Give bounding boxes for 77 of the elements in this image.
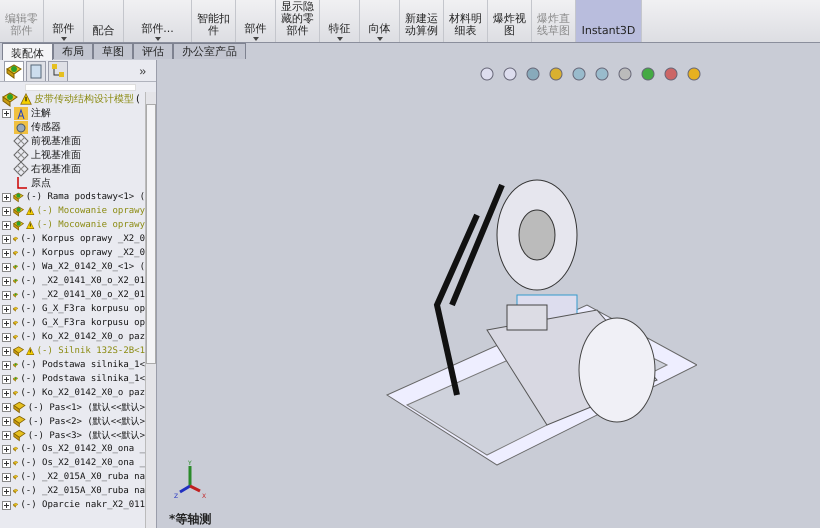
clipboard-icon: [28, 63, 44, 79]
tree-item[interactable]: (-) Korpus oprawy _X2_0: [20, 234, 145, 244]
warning-icon: [20, 93, 32, 105]
expand-icon[interactable]: [2, 206, 11, 216]
tree-item[interactable]: 传感器: [31, 120, 61, 134]
view-name: *等轴测: [169, 511, 212, 528]
feature-tree-tab[interactable]: [4, 60, 24, 80]
tree-item[interactable]: (-) _X2_0141_X0_o_X2_01: [20, 276, 145, 286]
tree-item[interactable]: (-) _X2_015A_X0_ruba na: [20, 486, 145, 496]
expand-icon[interactable]: [2, 472, 11, 482]
tree-item[interactable]: (-) Os_X2_0142_X0_ona _: [20, 458, 145, 468]
tree-item[interactable]: (-) Oparcie nakr_X2_011: [20, 500, 145, 510]
tree-item[interactable]: (-) Rama podstawy<1> (: [26, 192, 145, 202]
tree-item[interactable]: 原点: [31, 176, 51, 190]
plane-icon: [13, 161, 29, 177]
tree-item[interactable]: (-) Pas<3> (默认<<默认>: [28, 428, 145, 442]
expand-icon[interactable]: [2, 192, 11, 202]
configuration-tab[interactable]: [48, 60, 68, 80]
tree-item[interactable]: 注解: [31, 106, 51, 120]
expand-icon[interactable]: [2, 220, 11, 230]
expand-icon[interactable]: [2, 234, 11, 244]
tree-item[interactable]: (-) Ko_X2_0142_X0_o paz: [20, 388, 145, 398]
tree-item[interactable]: (-) _X2_015A_X0_ruba na: [20, 472, 145, 482]
hierarchy-icon: [50, 63, 66, 79]
expand-icon[interactable]: [2, 248, 11, 258]
plane-icon: [13, 133, 29, 149]
tree-item[interactable]: (-) Podstawa silnika_1<: [20, 374, 145, 384]
plane-icon: [13, 147, 29, 163]
tree-item[interactable]: 右视基准面: [31, 162, 81, 176]
tree-item[interactable]: (-) Ko_X2_0142_X0_o paz: [20, 332, 145, 342]
tree-item[interactable]: (-) G_X_F3ra korpusu op: [20, 318, 145, 328]
expand-icon[interactable]: [2, 290, 11, 300]
tree-item[interactable]: (-) Podstawa silnika_1<: [20, 360, 145, 370]
expand-icon[interactable]: [2, 402, 11, 412]
filter-field[interactable]: [25, 84, 136, 91]
expand-icon[interactable]: [2, 486, 11, 496]
expand-icon[interactable]: [2, 500, 11, 510]
tree-item[interactable]: (-) Os_X2_0142_X0_ona _: [20, 444, 145, 454]
warning-icon: [26, 219, 35, 231]
expand-icon[interactable]: [2, 444, 11, 454]
command-tab[interactable]: 办公室产品: [173, 43, 246, 59]
scrollbar[interactable]: [145, 92, 156, 528]
expand-icon[interactable]: [2, 276, 11, 286]
expand-icon[interactable]: [2, 346, 11, 356]
expand-icon[interactable]: [2, 318, 11, 328]
tree-item[interactable]: 前视基准面: [31, 134, 81, 148]
tree-item[interactable]: (-) Korpus oprawy _X2_0: [20, 248, 145, 258]
expand-icon[interactable]: [2, 360, 11, 370]
assembly-icon: [2, 92, 18, 107]
command-tab[interactable]: 评估: [133, 43, 173, 59]
tree-item[interactable]: (-) Pas<1> (默认<<默认>: [28, 400, 145, 414]
tree-root-suffix: (: [136, 94, 140, 104]
expand-icon[interactable]: [2, 304, 11, 314]
folder-annotation-icon: [13, 105, 29, 121]
expand-icon[interactable]: [2, 332, 11, 342]
tree-item[interactable]: (-) Wa_X2_0142_X0_<1> (: [20, 262, 145, 272]
command-tab[interactable]: 草图: [93, 43, 133, 59]
property-tab[interactable]: [26, 60, 46, 80]
assembly-icon: [13, 413, 26, 429]
expand-icon[interactable]: [2, 108, 11, 118]
expand-icon[interactable]: [2, 416, 11, 426]
tree-item[interactable]: (-) Pas<2> (默认<<默认>: [28, 414, 145, 428]
tree-item[interactable]: (-) _X2_0141_X0_o_X2_01: [20, 290, 145, 300]
expand-icon[interactable]: [2, 374, 11, 384]
expand-icon[interactable]: [2, 262, 11, 272]
warning-icon: [26, 345, 35, 357]
expand-icon[interactable]: [2, 388, 11, 398]
warning-icon: [26, 205, 35, 217]
expand-panel-button[interactable]: »: [133, 62, 152, 78]
ribbon-button[interactable]: Instant3D: [576, 0, 642, 42]
expand-icon[interactable]: [2, 458, 11, 468]
sensor-folder-icon: [13, 119, 29, 135]
assembly-icon: [6, 63, 22, 79]
command-tab[interactable]: 布局: [53, 43, 93, 59]
expand-icon[interactable]: [2, 430, 11, 440]
tree-item[interactable]: 上视基准面: [31, 148, 81, 162]
tree-item[interactable]: (-) G_X_F3ra korpusu op: [20, 304, 145, 314]
